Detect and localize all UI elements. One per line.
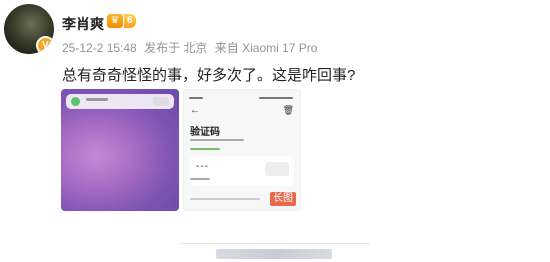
screenshot-title: 验证码 xyxy=(190,127,220,138)
avatar[interactable]: V xyxy=(4,4,54,54)
notification-banner xyxy=(66,94,174,109)
hint-placeholder xyxy=(190,178,210,180)
username[interactable]: 李肖爽 xyxy=(62,14,104,34)
post-image-2[interactable]: ← 🗑 验证码 --- 长图 xyxy=(183,89,301,211)
app-icon xyxy=(71,97,80,106)
post-text: 总有奇奇怪怪的事，好多次了。这是咋回事? xyxy=(62,67,356,84)
long-image-tag: 长图 xyxy=(270,192,296,206)
bottom-text-placeholder xyxy=(190,194,276,204)
device-source: 来自 Xiaomi 17 Pro xyxy=(214,41,318,55)
post-meta: 25-12-2 15:48 发布于 北京 来自 Xiaomi 17 Pro xyxy=(62,39,321,56)
timestamp[interactable]: 25-12-2 15:48 xyxy=(62,41,137,55)
vip-level-badge: 6 xyxy=(124,14,136,28)
post-image-1[interactable] xyxy=(61,89,179,211)
blurred-footer xyxy=(180,243,370,262)
verified-badge-icon: V xyxy=(36,36,54,54)
notification-text-placeholder xyxy=(86,98,108,101)
delete-icon: 🗑 xyxy=(282,105,294,115)
subtitle-placeholder xyxy=(190,139,244,141)
crown-icon: ♛ xyxy=(107,14,123,28)
notification-action-placeholder xyxy=(153,97,169,106)
location: 发布于 北京 xyxy=(144,41,208,55)
status-bar xyxy=(189,95,295,101)
sender-placeholder xyxy=(190,148,220,150)
copy-button-placeholder xyxy=(265,162,289,176)
code-dashes: --- xyxy=(196,161,209,172)
back-arrow-icon: ← xyxy=(190,105,200,116)
blurred-text xyxy=(216,249,332,259)
code-card: --- xyxy=(190,156,294,186)
